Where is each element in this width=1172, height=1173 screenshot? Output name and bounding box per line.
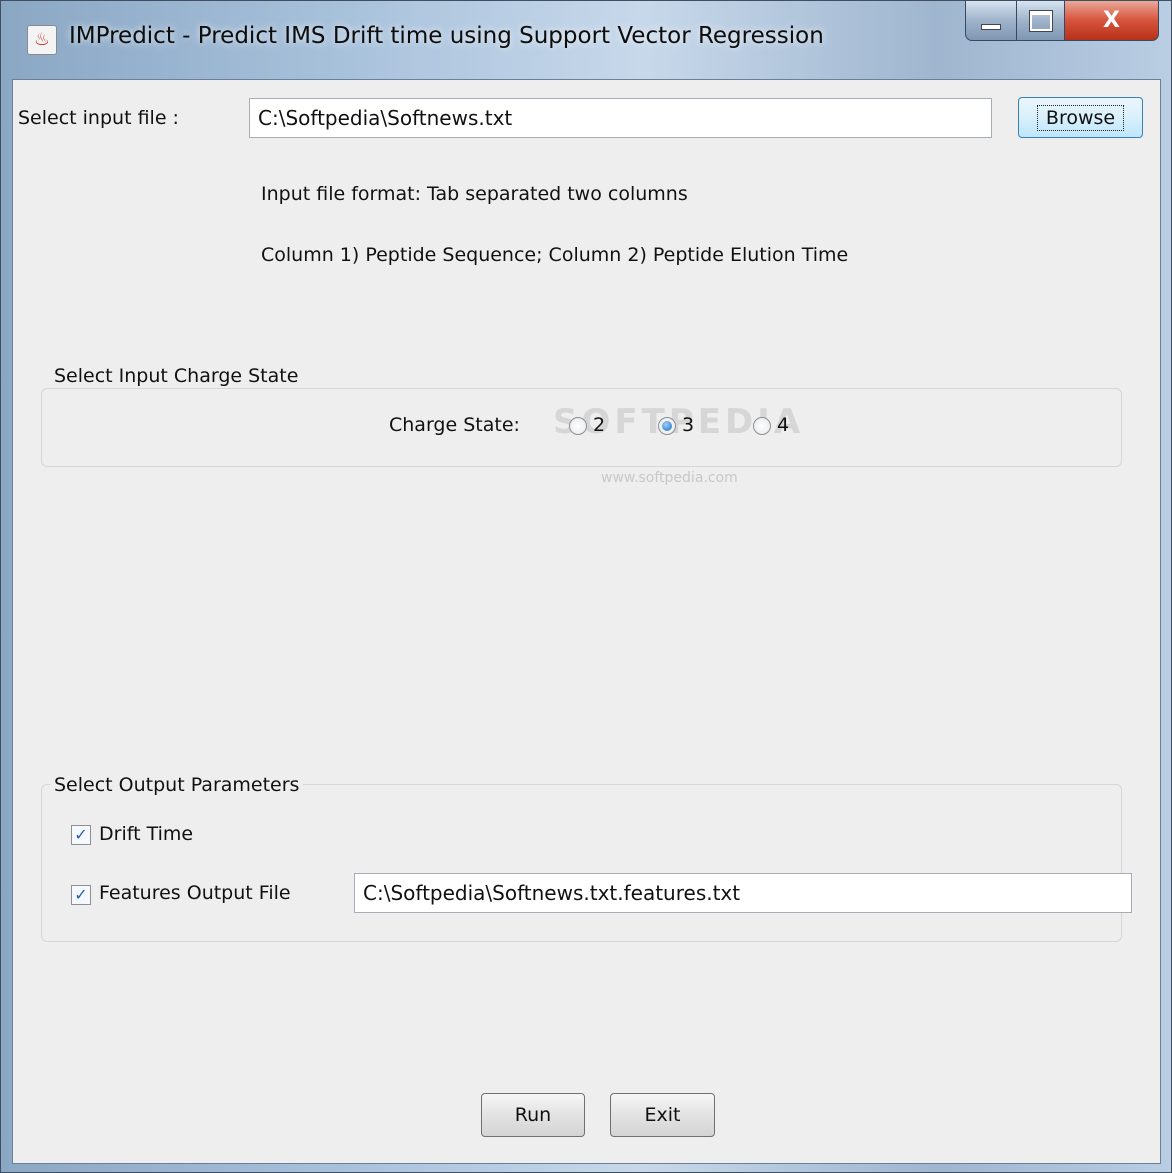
window-title: IMPredict - Predict IMS Drift time using…	[69, 23, 824, 49]
exit-button[interactable]: Exit	[610, 1093, 715, 1137]
close-button[interactable]: X	[1065, 1, 1159, 41]
output-parameters-group	[41, 784, 1122, 942]
maximize-button[interactable]	[1017, 1, 1065, 41]
drift-time-checkbox[interactable]: ✓	[71, 825, 91, 845]
drift-time-label: Drift Time	[99, 823, 194, 845]
features-output-field[interactable]: C:\Softpedia\Softnews.txt.features.txt	[354, 873, 1132, 913]
charge-radio-3-label: 3	[682, 414, 695, 436]
browse-button[interactable]: Browse	[1018, 97, 1143, 138]
format-line-1: Input file format: Tab separated two col…	[261, 183, 688, 205]
check-icon: ✓	[74, 825, 88, 844]
features-output-label: Features Output File	[99, 882, 291, 904]
close-icon: X	[1103, 8, 1120, 33]
input-file-label: Select input file :	[18, 107, 179, 129]
browse-button-label: Browse	[1036, 104, 1125, 131]
charge-state-group-title: Select Input Charge State	[50, 365, 303, 387]
features-output-checkbox[interactable]: ✓	[71, 885, 91, 905]
charge-radio-2[interactable]	[569, 417, 587, 435]
output-parameters-group-title: Select Output Parameters	[50, 774, 304, 796]
maximize-icon	[1029, 10, 1052, 31]
minimize-button[interactable]	[965, 1, 1017, 41]
charge-radio-4-label: 4	[777, 414, 790, 436]
charge-state-label: Charge State:	[389, 414, 520, 436]
title-bar[interactable]: ♨ IMPredict - Predict IMS Drift time usi…	[1, 1, 1171, 79]
run-button[interactable]: Run	[481, 1093, 585, 1137]
format-line-2: Column 1) Peptide Sequence; Column 2) Pe…	[261, 244, 849, 266]
app-window: ♨ IMPredict - Predict IMS Drift time usi…	[0, 0, 1172, 1173]
java-cup-icon[interactable]: ♨	[27, 25, 57, 55]
softpedia-watermark-url: www.softpedia.com	[601, 470, 738, 486]
charge-radio-4[interactable]	[753, 417, 771, 435]
charge-radio-2-label: 2	[593, 414, 606, 436]
charge-radio-3[interactable]	[658, 417, 676, 435]
input-file-field[interactable]: C:\Softpedia\Softnews.txt	[249, 98, 992, 138]
check-icon: ✓	[74, 885, 88, 904]
client-area: Select input file : C:\Softpedia\Softnew…	[12, 79, 1161, 1164]
window-controls: X	[965, 1, 1159, 45]
minimize-icon	[981, 23, 1001, 30]
